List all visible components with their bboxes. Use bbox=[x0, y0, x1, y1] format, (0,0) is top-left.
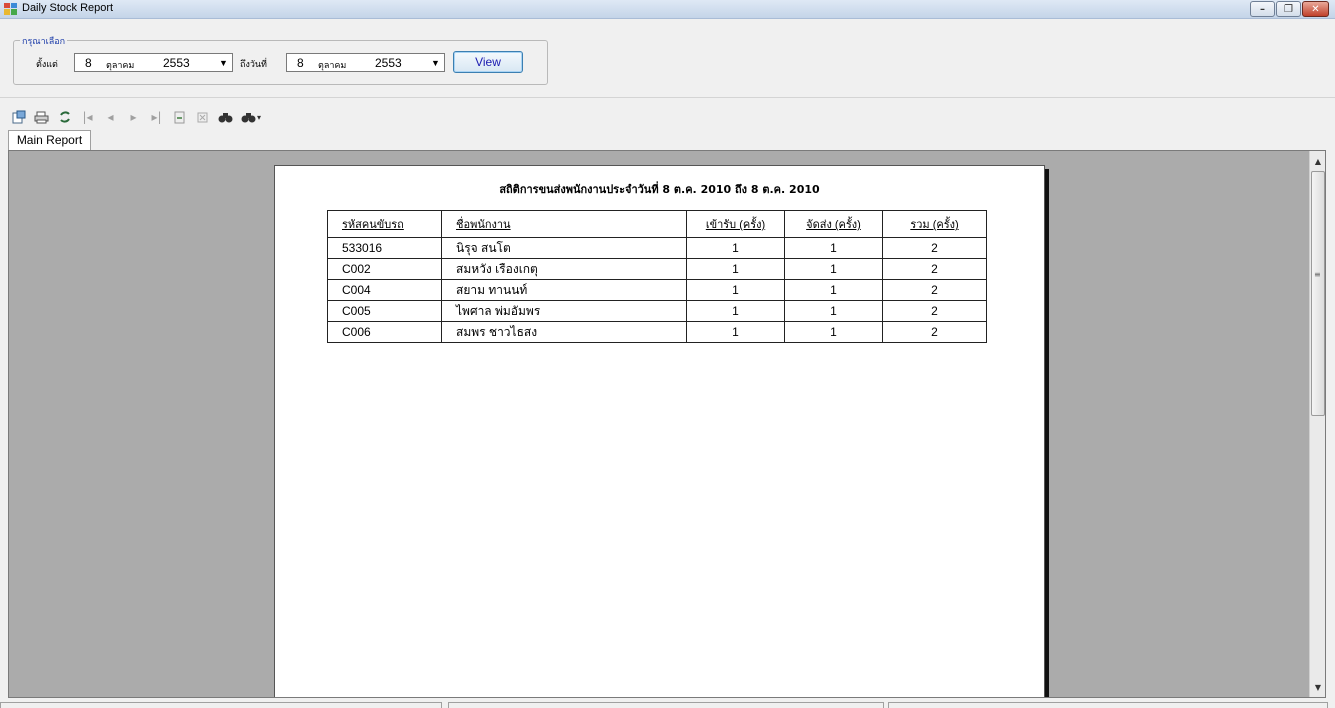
to-month: ตุลาคม bbox=[318, 60, 347, 70]
window-title: Daily Stock Report bbox=[22, 2, 114, 14]
find-icon[interactable] bbox=[215, 108, 236, 126]
scroll-down-icon[interactable]: ▼ bbox=[1310, 679, 1325, 695]
status-panel-2 bbox=[448, 702, 884, 708]
table-cell: 1 bbox=[784, 279, 883, 301]
scrollbar-thumb[interactable] bbox=[1311, 171, 1325, 416]
status-panel-1 bbox=[0, 702, 442, 708]
to-label: ถึงวันที่ bbox=[240, 60, 267, 70]
restore-icon: ❐ bbox=[1284, 3, 1293, 15]
next-page-icon[interactable]: ▸ bbox=[123, 108, 144, 126]
grip-icon: ≡ bbox=[1314, 270, 1321, 279]
column-header: ชื่อพนักงาน bbox=[441, 210, 687, 238]
column-header: รหัสคนขับรถ bbox=[327, 210, 442, 238]
divider bbox=[0, 97, 1335, 98]
restore-button[interactable]: ❐ bbox=[1276, 1, 1301, 17]
table-row: C002 สมหวัง เรืองเกตุ 1 1 2 bbox=[327, 258, 987, 280]
table-cell: สมพร ชาวไธสง bbox=[441, 321, 687, 343]
vertical-scrollbar[interactable]: ▲ ≡ ▼ bbox=[1309, 151, 1325, 697]
column-header: รวม (ครั้ง) bbox=[882, 210, 987, 238]
table-cell: นิรุจ สนโต bbox=[441, 237, 687, 259]
report-toolbar: |◂ ◂ ▸ ▸| ▾ bbox=[8, 107, 266, 127]
title-bar: Daily Stock Report – ❐ ✕ bbox=[0, 0, 1335, 19]
table-cell: 1 bbox=[784, 321, 883, 343]
table-row: C005 ไพศาล พ่มอัมพร 1 1 2 bbox=[327, 300, 987, 322]
scroll-up-icon[interactable]: ▲ bbox=[1310, 153, 1325, 169]
to-date-picker[interactable]: 8 ตุลาคม 2553 ▼ bbox=[286, 53, 445, 72]
zoom-icon[interactable]: ▾ bbox=[238, 108, 264, 126]
table-cell: 1 bbox=[686, 279, 785, 301]
table-cell: 1 bbox=[784, 258, 883, 280]
table-cell: 1 bbox=[686, 321, 785, 343]
table-cell: 1 bbox=[784, 300, 883, 322]
close-icon: ✕ bbox=[1311, 3, 1320, 15]
view-button[interactable]: View bbox=[453, 51, 523, 73]
column-header: จัดส่ง (ครั้ง) bbox=[784, 210, 883, 238]
status-bar bbox=[0, 702, 1335, 708]
first-page-icon[interactable]: |◂ bbox=[77, 108, 98, 126]
table-cell: 2 bbox=[882, 258, 987, 280]
table-cell: ไพศาล พ่มอัมพร bbox=[441, 300, 687, 322]
last-page-icon[interactable]: ▸| bbox=[146, 108, 167, 126]
report-table: รหัสคนขับรถ ชื่อพนักงาน เข้ารับ (ครั้ง) … bbox=[327, 210, 987, 343]
group-label: กรุณาเลือก bbox=[20, 34, 68, 48]
from-day: 8 bbox=[85, 56, 92, 70]
table-cell: 2 bbox=[882, 321, 987, 343]
from-date-picker[interactable]: 8 ตุลาคม 2553 ▼ bbox=[74, 53, 233, 72]
table-cell: 1 bbox=[686, 300, 785, 322]
table-cell: 2 bbox=[882, 300, 987, 322]
refresh-icon[interactable] bbox=[54, 108, 75, 126]
print-icon[interactable] bbox=[31, 108, 52, 126]
table-cell: C002 bbox=[327, 258, 442, 280]
close-button[interactable]: ✕ bbox=[1302, 1, 1329, 17]
table-cell: 2 bbox=[882, 279, 987, 301]
column-header: เข้ารับ (ครั้ง) bbox=[686, 210, 785, 238]
table-cell: สยาม ทานนท์ bbox=[441, 279, 687, 301]
table-cell: 1 bbox=[686, 237, 785, 259]
from-month: ตุลาคม bbox=[106, 60, 135, 70]
table-cell: 533016 bbox=[327, 237, 442, 259]
table-header-row: รหัสคนขับรถ ชื่อพนักงาน เข้ารับ (ครั้ง) … bbox=[327, 210, 987, 238]
from-label: ตั้งแต่ bbox=[36, 60, 58, 70]
tab-main-report[interactable]: Main Report bbox=[8, 130, 91, 150]
table-cell: 1 bbox=[686, 258, 785, 280]
minimize-button[interactable]: – bbox=[1250, 1, 1275, 17]
close-view-icon[interactable] bbox=[192, 108, 213, 126]
minimize-icon: – bbox=[1260, 3, 1265, 15]
prev-page-icon[interactable]: ◂ bbox=[100, 108, 121, 126]
table-cell: C006 bbox=[327, 321, 442, 343]
report-page: สถิติการขนส่งพนักงานประจำวันที่ 8 ต.ค. 2… bbox=[274, 165, 1045, 697]
report-title: สถิติการขนส่งพนักงานประจำวันที่ 8 ต.ค. 2… bbox=[499, 183, 820, 196]
status-panel-3 bbox=[888, 702, 1328, 708]
table-row: C006 สมพร ชาวไธสง 1 1 2 bbox=[327, 321, 987, 343]
table-cell: 2 bbox=[882, 237, 987, 259]
export-icon[interactable] bbox=[8, 108, 29, 126]
table-cell: 1 bbox=[784, 237, 883, 259]
to-year: 2553 bbox=[375, 56, 402, 70]
app-icon bbox=[4, 3, 17, 15]
dropdown-arrow-icon[interactable]: ▼ bbox=[217, 56, 230, 69]
table-cell: สมหวัง เรืองเกตุ bbox=[441, 258, 687, 280]
dropdown-arrow-icon[interactable]: ▼ bbox=[429, 56, 442, 69]
from-year: 2553 bbox=[163, 56, 190, 70]
to-day: 8 bbox=[297, 56, 304, 70]
goto-page-icon[interactable] bbox=[169, 108, 190, 126]
table-row: C004 สยาม ทานนท์ 1 1 2 bbox=[327, 279, 987, 301]
report-viewer[interactable]: สถิติการขนส่งพนักงานประจำวันที่ 8 ต.ค. 2… bbox=[8, 150, 1326, 698]
table-cell: C005 bbox=[327, 300, 442, 322]
table-row: 533016 นิรุจ สนโต 1 1 2 bbox=[327, 237, 987, 259]
table-cell: C004 bbox=[327, 279, 442, 301]
chevron-down-icon: ▾ bbox=[256, 112, 261, 122]
